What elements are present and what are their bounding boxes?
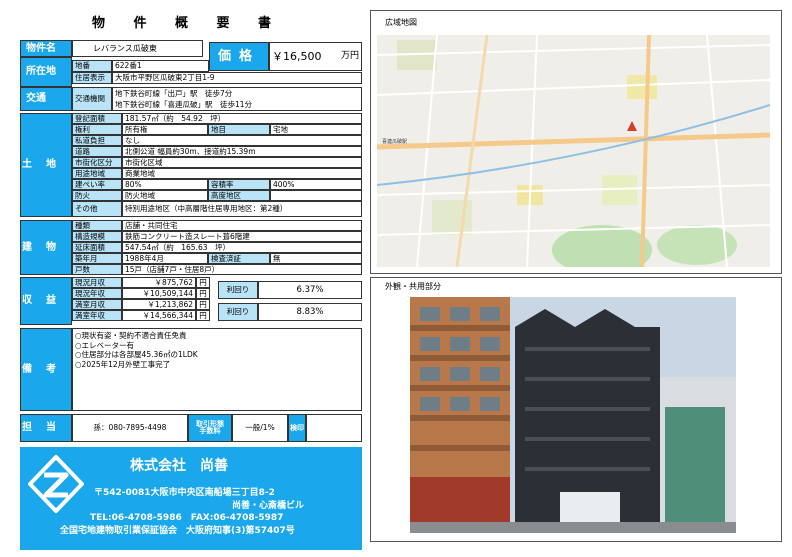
- stamp-box: [306, 414, 362, 442]
- notes-body: ○現状有姿・契約不適合責任免責 ○エレベーター有 ○住居部分は各部屋45.36㎡…: [72, 328, 362, 411]
- note-line: ○現状有姿・契約不適合責任免責: [75, 331, 187, 340]
- far-value: 400%: [270, 179, 362, 190]
- price-amount: ￥16,500: [272, 50, 322, 63]
- city-value: 市街化区域: [122, 157, 362, 168]
- burden-label: 私道負担: [72, 135, 122, 146]
- use-label: 用途地域: [72, 168, 122, 179]
- map-title: 広域地図: [385, 18, 417, 27]
- document-title: 物 件 概 要 書: [91, 16, 284, 31]
- income-row-label: 現況年収: [72, 288, 122, 299]
- land-right-label: 権利: [72, 124, 122, 135]
- income-header: 収益: [20, 277, 72, 325]
- fee-label: 取引形態 手数料: [188, 414, 232, 442]
- area-map: 喜連瓜破駅: [377, 35, 770, 267]
- height-value: [270, 190, 362, 201]
- notes-header: 備考: [20, 328, 72, 411]
- income-row-unit: 円: [196, 288, 210, 299]
- contact-header: 担当: [20, 414, 72, 442]
- floor-area-value: 547.54㎡（約 165.63 坪）: [122, 242, 362, 253]
- chimoku-label: 地目: [208, 124, 270, 135]
- note-line: ○エレベーター有: [75, 340, 135, 350]
- road-value: 北側公道 幅員約30m、接道約15.39m: [122, 146, 362, 157]
- transport-lines: 地下鉄谷町線「出戸」駅 徒歩7分 地下鉄谷町線「喜連瓜破」駅 徒歩11分: [112, 87, 362, 111]
- income-row-label: 満室年収: [72, 310, 122, 321]
- units-value: 15戸（店舗7戸・住居8戸）: [122, 264, 362, 275]
- address-value: 大阪市平野区瓜破東2丁目1-9: [112, 72, 362, 84]
- inspection-label: 検査済証: [208, 253, 270, 264]
- yield-value-2: 8.83%: [258, 303, 362, 321]
- lot-label: 地番: [72, 60, 112, 72]
- structure-label: 構造規模: [72, 231, 122, 242]
- inspection-value: 無: [270, 253, 362, 264]
- far-label: 容積率: [208, 179, 270, 190]
- income-row-unit: 円: [196, 299, 210, 310]
- transport-line-2: 地下鉄谷町線「喜連瓜破」駅 徒歩11分: [115, 99, 253, 109]
- company-name: 株式会社 尚善: [130, 458, 228, 474]
- building-photo: [410, 297, 736, 533]
- building-type-value: 店舗・共同住宅: [122, 220, 362, 231]
- lot-value: 622番1: [112, 60, 209, 72]
- station-label: 喜連瓜破駅: [382, 139, 408, 145]
- units-label: 戸数: [72, 264, 122, 275]
- other-value: 特別用途地区（中高層階住居専用地区：第2種）: [122, 201, 362, 217]
- transport-line-1: 地下鉄谷町線「出戸」駅 徒歩7分: [115, 88, 233, 98]
- yield-label-1: 利回り: [218, 281, 258, 299]
- note-line: ○2025年12月外壁工事完了: [75, 359, 171, 369]
- price-unit: 万円: [340, 51, 359, 61]
- income-row-value: ￥1,213,862: [122, 299, 196, 310]
- price-header: 価格: [209, 42, 269, 71]
- income-row-label: 現況月収: [72, 277, 122, 288]
- fee-value: 一般/1%: [232, 414, 288, 442]
- other-label: その他: [72, 201, 122, 217]
- stamp-label: 検印: [288, 414, 306, 442]
- income-row-label: 満室月収: [72, 299, 122, 310]
- company-logo: [28, 455, 84, 513]
- note-line: ○住居部分は各部屋45.36㎡の1LDK: [75, 350, 198, 359]
- income-row-value: ￥875,762: [122, 277, 196, 288]
- fire-label: 防火: [72, 190, 122, 201]
- built-year-label: 築年月: [72, 253, 122, 264]
- name-header: 物件名: [20, 40, 72, 57]
- contact-tel: 孫：080-7895-4498: [72, 414, 188, 442]
- fire-value: 防火地域: [122, 190, 208, 201]
- yield-value-1: 6.37%: [258, 281, 362, 299]
- income-row-value: ￥14,566,344: [122, 310, 196, 321]
- income-row-unit: 円: [196, 277, 210, 288]
- land-header: 土地: [20, 113, 72, 217]
- land-area-value: 181.57㎡（約 54.92 坪）: [122, 113, 362, 124]
- bcr-value: 80%: [122, 179, 208, 190]
- building-header: 建物: [20, 220, 72, 275]
- floor-area-label: 延床面積: [72, 242, 122, 253]
- income-row-value: ￥10,509,144: [122, 288, 196, 299]
- land-right-value: 所有権: [122, 124, 208, 135]
- road-label: 道路: [72, 146, 122, 157]
- land-area-label: 登記面積: [72, 113, 122, 124]
- built-year-value: 1988年4月: [122, 253, 208, 264]
- bcr-label: 建ぺい率: [72, 179, 122, 190]
- location-header: 所在地: [20, 57, 72, 87]
- company-association: 全国宅地建物取引業保証協会 大阪府知事(3)第57407号: [60, 526, 295, 536]
- city-label: 市街化区分: [72, 157, 122, 168]
- building-illustration: [410, 297, 736, 533]
- property-name: レバランス瓜破東: [72, 40, 203, 57]
- company-address: 〒542-0081大阪市中央区南船場三丁目8-2: [94, 488, 275, 498]
- structure-value: 鉄筋コンクリート造スレート葺6階建: [122, 231, 362, 242]
- price-value: ￥16,500 万円: [269, 42, 362, 71]
- burden-value: なし: [122, 135, 362, 146]
- income-row-unit: 円: [196, 310, 210, 321]
- height-label: 高度地区: [208, 190, 270, 201]
- transport-label: 交通機関: [72, 87, 112, 111]
- chimoku-value: 宅地: [270, 124, 362, 135]
- map-drawing: [377, 35, 770, 267]
- transport-header: 交通: [20, 87, 72, 111]
- building-type-label: 種類: [72, 220, 122, 231]
- yield-label-2: 利回り: [218, 303, 258, 321]
- company-tel: TEL:06-4708-5986 FAX:06-4708-5987: [90, 513, 284, 523]
- company-banner: 株式会社 尚善 〒542-0081大阪市中央区南船場三丁目8-2 尚善・心斎橋ビ…: [20, 447, 362, 550]
- photo-title: 外観・共用部分: [385, 282, 441, 291]
- company-building: 尚善・心斎橋ビル: [232, 501, 305, 511]
- use-value: 商業地域: [122, 168, 362, 179]
- address-label: 住居表示: [72, 72, 112, 84]
